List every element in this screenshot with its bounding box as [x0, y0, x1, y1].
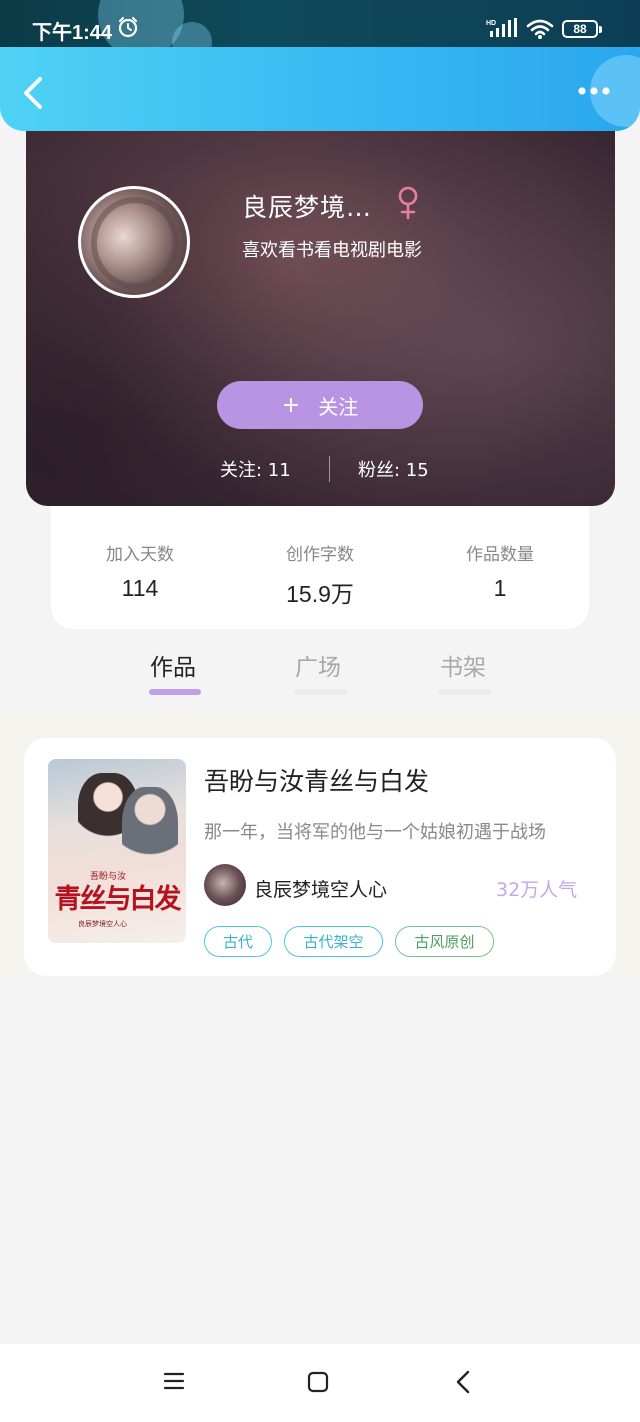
tab-bar: 作品 广场 书架: [0, 640, 640, 710]
profile-card: 良辰梦境… 喜欢看书看电视剧电影 + 关注 关注: 11 粉丝: 15: [26, 100, 615, 506]
follow-button[interactable]: + 关注: [217, 381, 423, 429]
tab-indicator-active: [149, 689, 201, 695]
tab-indicator: [294, 689, 348, 695]
home-square-icon[interactable]: [306, 1370, 330, 1394]
follow-stats: 关注: 11 粉丝: 15: [26, 456, 615, 486]
tag-ancient-style-original[interactable]: 古风原创: [395, 926, 494, 957]
book-card[interactable]: 吾盼与汝 青丝与白发 良辰梦境空人心 吾盼与汝青丝与白发 那一年，当将军的他与一…: [24, 738, 616, 976]
user-name: 良辰梦境…: [242, 193, 373, 222]
stats-card: 加入天数 114 创作字数 15.9万 作品数量 1: [51, 500, 589, 629]
stat-label: 创作字数: [286, 545, 354, 565]
fans-count[interactable]: 粉丝: 15: [358, 456, 429, 482]
status-bar: 下午1:44 HD 88: [0, 0, 640, 62]
system-nav-bar: [0, 1344, 640, 1422]
book-title[interactable]: 吾盼与汝青丝与白发: [204, 762, 429, 798]
divider: [329, 456, 330, 482]
tab-plaza[interactable]: 广场: [295, 648, 341, 682]
stat-value: 114: [121, 575, 159, 601]
alarm-icon: [118, 17, 138, 38]
back-button[interactable]: [16, 73, 52, 113]
status-time: 下午1:44: [32, 22, 113, 44]
stat-value: 15.9万: [286, 581, 354, 607]
signal-icon: HD: [486, 18, 517, 37]
follow-label: 关注: [318, 394, 359, 419]
book-cover[interactable]: 吾盼与汝 青丝与白发 良辰梦境空人心: [48, 759, 186, 943]
author-avatar: [204, 864, 246, 906]
stat-label: 加入天数: [106, 545, 174, 565]
female-icon: [398, 186, 418, 220]
tab-indicator: [438, 689, 492, 695]
battery-icon: 88: [562, 20, 602, 38]
stat-value: 1: [493, 575, 507, 601]
wifi-icon: [526, 19, 554, 39]
stat-join-days: 加入天数 114: [65, 540, 215, 602]
top-header: [0, 47, 640, 131]
tag-ancient[interactable]: 古代: [204, 926, 272, 957]
avatar[interactable]: [78, 186, 190, 298]
author-name: 良辰梦境空人心: [254, 879, 388, 901]
network-label: HD: [486, 20, 496, 27]
tab-bookshelf[interactable]: 书架: [440, 648, 486, 682]
book-description: 那一年，当将军的他与一个姑娘初遇于战场: [204, 822, 546, 843]
cover-author: 良辰梦境空人心: [78, 920, 127, 928]
following-count[interactable]: 关注: 11: [220, 456, 291, 482]
more-options-button[interactable]: [568, 77, 620, 105]
back-icon[interactable]: [454, 1368, 472, 1396]
popularity-count: 32万人气: [496, 879, 578, 901]
user-bio: 喜欢看书看电视剧电影: [242, 240, 422, 261]
plus-icon: +: [281, 392, 301, 418]
stat-works-count: 作品数量 1: [425, 540, 575, 602]
cover-title: 青丝与白发: [54, 884, 182, 915]
tab-works[interactable]: 作品: [150, 648, 196, 682]
tag-ancient-fiction[interactable]: 古代架空: [284, 926, 383, 957]
stat-word-count: 创作字数 15.9万: [245, 540, 395, 609]
menu-icon[interactable]: [162, 1370, 186, 1392]
stat-label: 作品数量: [466, 545, 534, 565]
